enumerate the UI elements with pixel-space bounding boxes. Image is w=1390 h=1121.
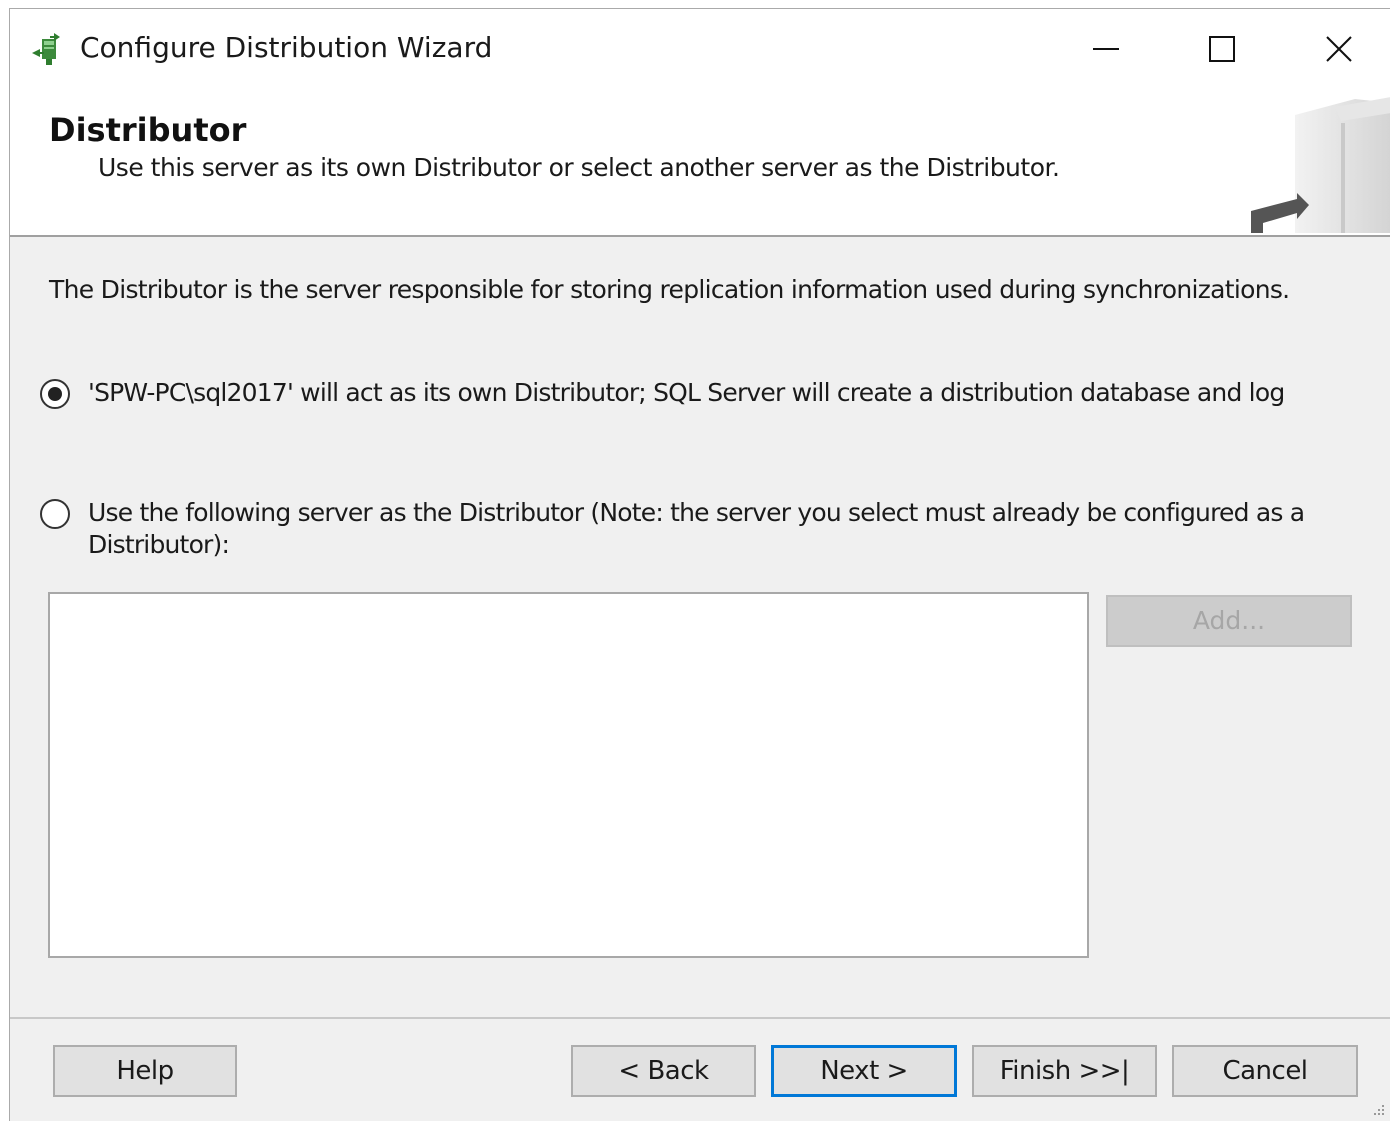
wizard-window: Configure Distribution Wizard Distributo… [9, 8, 1390, 1121]
resize-grip-icon[interactable] [1372, 1103, 1386, 1117]
title-bar[interactable]: Configure Distribution Wizard [10, 9, 1390, 87]
add-server-button[interactable]: Add... [1106, 595, 1352, 647]
maximize-icon [1209, 36, 1235, 62]
footer-divider [10, 1017, 1390, 1019]
next-button[interactable]: Next > [771, 1045, 957, 1097]
server-graphic-icon [1251, 97, 1390, 233]
close-button[interactable] [1293, 19, 1383, 77]
intro-text: The Distributor is the server responsibl… [49, 275, 1290, 304]
other-distributor-radio[interactable] [40, 499, 70, 529]
own-distributor-label[interactable]: 'SPW-PC\sql2017' will act as its own Dis… [88, 377, 1285, 409]
other-distributor-option[interactable]: Use the following server as the Distribu… [40, 497, 1308, 561]
replication-wizard-icon [32, 33, 60, 65]
help-button[interactable]: Help [53, 1045, 237, 1097]
own-distributor-option[interactable]: 'SPW-PC\sql2017' will act as its own Dis… [40, 377, 1285, 409]
page-subtitle: Use this server as its own Distributor o… [98, 153, 1060, 182]
cancel-button[interactable]: Cancel [1172, 1045, 1358, 1097]
wizard-header: Distributor Use this server as its own D… [10, 87, 1390, 237]
page-title: Distributor [49, 111, 247, 149]
back-button[interactable]: < Back [571, 1045, 756, 1097]
distributor-server-list[interactable] [48, 592, 1089, 958]
own-distributor-radio[interactable] [40, 379, 70, 409]
finish-button[interactable]: Finish >>| [972, 1045, 1157, 1097]
minimize-button[interactable] [1060, 19, 1150, 77]
minimize-icon [1093, 48, 1119, 50]
close-icon [1326, 36, 1352, 62]
window-title: Configure Distribution Wizard [80, 31, 493, 64]
other-distributor-label[interactable]: Use the following server as the Distribu… [88, 497, 1308, 561]
maximize-button[interactable] [1176, 19, 1266, 77]
